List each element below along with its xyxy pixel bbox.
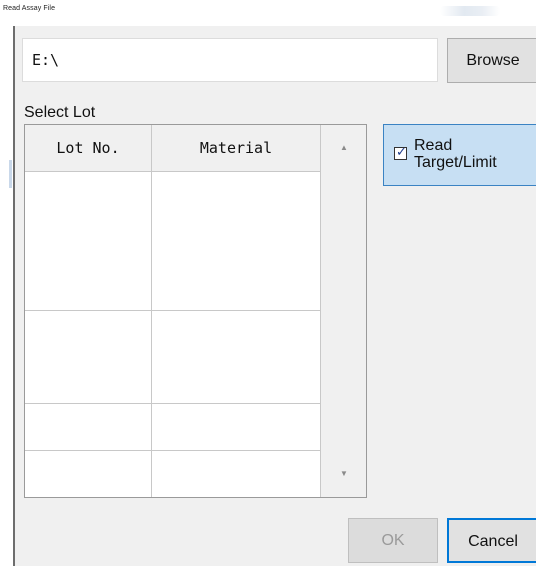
column-header-material[interactable]: Material (152, 125, 321, 172)
cancel-button[interactable]: Cancel (447, 518, 536, 563)
table-row[interactable] (25, 357, 321, 404)
material-cell[interactable] (152, 264, 321, 311)
table-row[interactable] (25, 451, 321, 497)
checkmark-icon: ✓ (396, 145, 407, 160)
material-cell[interactable] (152, 172, 321, 219)
file-path-input[interactable] (22, 38, 438, 82)
read-target-limit-toggle[interactable]: ✓ Read Target/Limit (383, 124, 536, 186)
lot-no-cell[interactable] (25, 451, 152, 497)
read-target-limit-label: Read Target/Limit (414, 137, 497, 171)
table-row[interactable] (25, 404, 321, 451)
material-cell[interactable] (152, 311, 321, 358)
material-cell[interactable] (152, 451, 321, 497)
lot-no-cell[interactable] (25, 172, 152, 219)
lot-no-cell[interactable] (25, 357, 152, 404)
browse-button[interactable]: Browse (447, 38, 536, 83)
title-bar-decoration (440, 6, 500, 16)
table-row[interactable] (25, 218, 321, 265)
lot-no-cell[interactable] (25, 404, 152, 451)
material-cell[interactable] (152, 404, 321, 451)
lot-grid[interactable]: Lot No. Material ▲ ▼ (24, 124, 367, 498)
window-title: Read Assay File (3, 5, 56, 12)
window-border (13, 26, 15, 566)
lot-no-cell[interactable] (25, 311, 152, 358)
scroll-up-arrow-icon[interactable]: ▲ (321, 125, 366, 171)
select-lot-label: Select Lot (24, 104, 96, 121)
material-cell[interactable] (152, 218, 321, 265)
scroll-down-arrow-icon[interactable]: ▼ (321, 451, 366, 497)
material-cell[interactable] (152, 357, 321, 404)
grid-scrollbar[interactable]: ▲ ▼ (321, 125, 366, 497)
table-row[interactable] (25, 311, 321, 358)
title-bar: Read Assay File (0, 0, 536, 26)
table-row[interactable] (25, 264, 321, 311)
window-accent (9, 160, 12, 188)
table-row[interactable] (25, 172, 321, 219)
window-edge (0, 26, 13, 566)
grid-header: Lot No. Material (25, 125, 321, 172)
read-target-limit-checkbox[interactable]: ✓ (394, 145, 407, 160)
lot-no-cell[interactable] (25, 264, 152, 311)
column-header-lot-no[interactable]: Lot No. (25, 125, 152, 172)
lot-no-cell[interactable] (25, 218, 152, 265)
ok-button[interactable]: OK (348, 518, 438, 563)
